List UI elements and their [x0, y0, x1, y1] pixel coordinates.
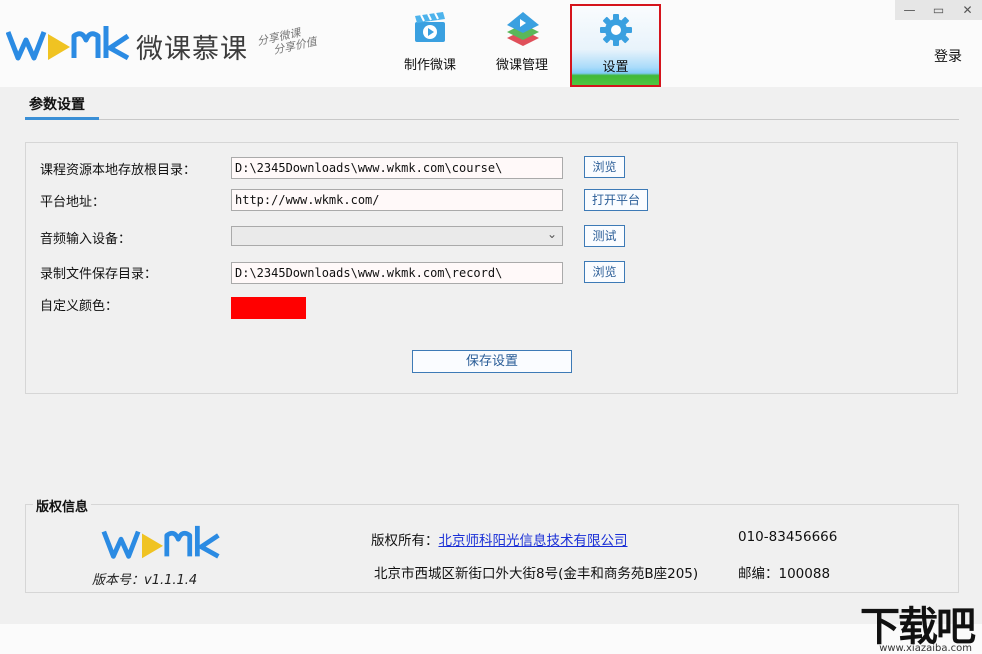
- bottom-strip: [0, 624, 982, 654]
- platform-url-label: 平台地址：: [40, 195, 106, 210]
- open-platform-button[interactable]: 打开平台: [584, 189, 648, 211]
- copyright-title: 版权信息: [33, 496, 92, 515]
- login-link[interactable]: 登录: [934, 46, 962, 66]
- app-logo: 微课慕课: [6, 22, 256, 66]
- tab-course-management[interactable]: 微课管理: [478, 3, 566, 85]
- audio-test-button[interactable]: 测试: [584, 225, 625, 247]
- app-header: 微课慕课 分享微课 分享价值 制作微课 微课管理 设置 登录 — ▭ ✕: [0, 0, 982, 87]
- custom-color-label: 自定义颜色：: [40, 299, 119, 314]
- section-title: 参数设置: [29, 97, 85, 113]
- copyright-owner-label: 版权所有：: [371, 533, 439, 549]
- company-link[interactable]: 北京师科阳光信息技术有限公司: [439, 533, 628, 549]
- record-dir-label: 录制文件保存目录：: [40, 267, 158, 282]
- maximize-icon[interactable]: ▭: [924, 0, 953, 20]
- audio-input-label: 音频输入设备：: [40, 232, 132, 247]
- platform-url-field[interactable]: http://www.wkmk.com/: [231, 189, 563, 211]
- course-dir-label: 课程资源本地存放根目录：: [40, 163, 197, 178]
- watermark-logo: 下载吧 www.xiazaiba.com: [844, 598, 978, 654]
- minimize-icon[interactable]: —: [895, 0, 924, 20]
- company-address: 北京市西城区新街口外大街8号(金丰和商务苑B座205): [374, 566, 699, 582]
- tab-create-course[interactable]: 制作微课: [386, 3, 474, 85]
- record-dir-field[interactable]: D:\2345Downloads\www.wkmk.com\record\: [231, 262, 563, 284]
- watermark-url: www.xiazaiba.com: [879, 643, 972, 654]
- wkmk-logo-icon: [6, 26, 130, 61]
- gear-icon: [600, 14, 632, 46]
- course-dir-field[interactable]: D:\2345Downloads\www.wkmk.com\course\: [231, 157, 563, 179]
- tab-course-management-label: 微课管理: [495, 58, 548, 73]
- copyright-owner: 版权所有：北京师科阳光信息技术有限公司: [371, 529, 628, 549]
- close-icon[interactable]: ✕: [953, 0, 982, 20]
- company-postcode: 邮编：100088: [738, 566, 831, 582]
- save-settings-button[interactable]: 保存设置: [412, 350, 572, 373]
- tab-create-course-label: 制作微课: [403, 58, 456, 73]
- record-dir-browse-button[interactable]: 浏览: [584, 261, 625, 283]
- version-label: 版本号：v1.1.1.4: [92, 573, 198, 588]
- layers-icon: [507, 12, 539, 46]
- course-dir-browse-button[interactable]: 浏览: [584, 156, 625, 178]
- audio-input-select[interactable]: ⌄: [231, 226, 563, 246]
- tab-settings-label: 设置: [602, 60, 629, 75]
- tab-settings[interactable]: 设置: [570, 4, 661, 87]
- logo-text: 微课慕课: [136, 34, 248, 65]
- company-phone: 010-83456666: [738, 529, 838, 545]
- slogan: 分享微课 分享价值: [256, 24, 318, 60]
- chevron-down-icon: ⌄: [546, 227, 557, 241]
- window-controls: — ▭ ✕: [895, 0, 982, 20]
- section-divider: [99, 119, 959, 120]
- video-clapper-icon: [415, 12, 445, 42]
- custom-color-swatch[interactable]: [231, 297, 306, 319]
- wkmk-footer-logo-icon: [101, 525, 220, 559]
- section-title-underline: [25, 117, 99, 120]
